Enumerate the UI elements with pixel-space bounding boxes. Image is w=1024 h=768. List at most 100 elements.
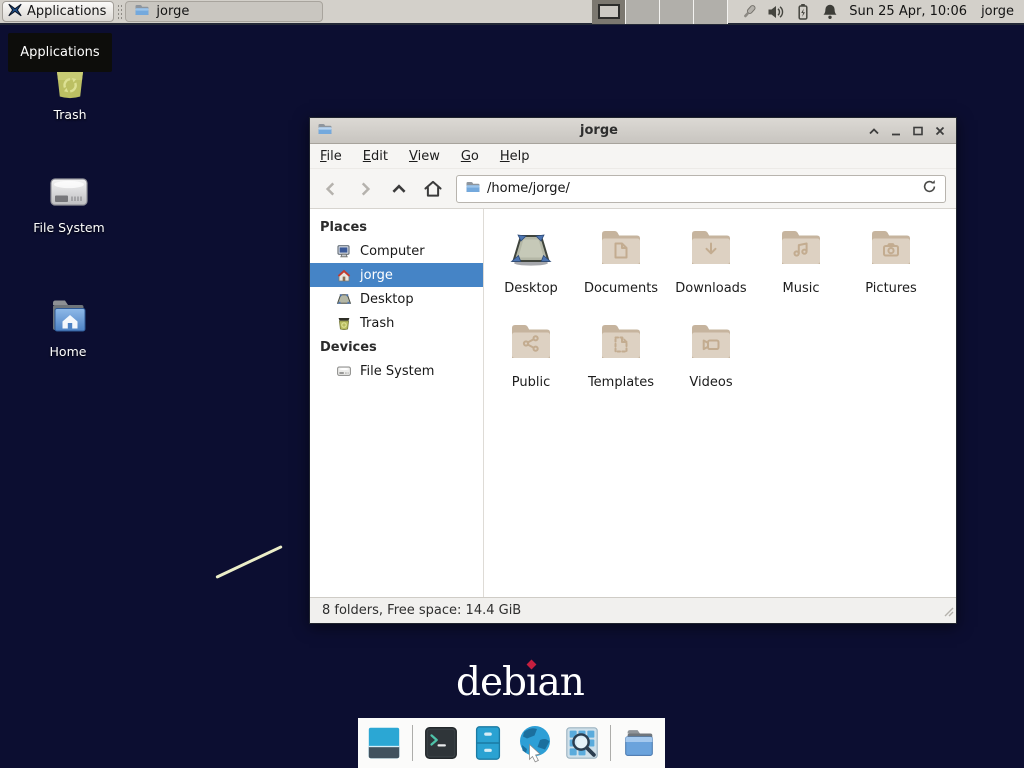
globe-browser-icon: [515, 723, 555, 763]
sidebar-item-label: Computer: [360, 244, 425, 259]
web-browser-launcher[interactable]: [514, 722, 556, 764]
sidebar-item-jorge[interactable]: jorge: [310, 263, 483, 287]
desktop-icon-label: Trash: [53, 107, 86, 122]
home-button[interactable]: [422, 176, 444, 202]
back-button[interactable]: [320, 176, 342, 202]
statusbar: 8 folders, Free space: 14.4 GiB: [310, 597, 956, 623]
sidebar-header-places: Places: [310, 215, 483, 239]
applications-menu-button[interactable]: Applications: [2, 1, 114, 22]
desktop-icon-label: Home: [50, 344, 87, 359]
file-item-videos[interactable]: Videos: [666, 317, 756, 390]
file-manager-window: jorge File Edit View Go Help: [309, 117, 957, 624]
reload-icon[interactable]: [922, 179, 937, 198]
trash-icon: [336, 315, 352, 331]
workspace-2[interactable]: [626, 0, 660, 24]
file-item-templates[interactable]: Templates: [576, 317, 666, 390]
menu-go[interactable]: Go: [461, 149, 479, 164]
file-manager-launcher[interactable]: [467, 722, 509, 764]
sidebar-header-devices: Devices: [310, 335, 483, 359]
statusbar-text: 8 folders, Free space: 14.4 GiB: [322, 603, 521, 618]
file-cabinet-icon: [469, 724, 507, 762]
minimize-button[interactable]: [887, 122, 905, 140]
terminal-icon: [422, 724, 460, 762]
desktop-icon-home[interactable]: Home: [20, 292, 116, 359]
terminal-launcher[interactable]: [420, 722, 462, 764]
tray-tool-icon[interactable]: [740, 3, 758, 21]
file-item-public[interactable]: Public: [486, 317, 576, 390]
path-input[interactable]: [487, 181, 916, 196]
app-finder-launcher[interactable]: [561, 722, 603, 764]
notification-bell-icon[interactable]: [821, 3, 839, 21]
app-finder-icon: [563, 724, 601, 762]
sidebar-item-label: Trash: [360, 316, 394, 331]
desktop-stray-line: [215, 545, 282, 579]
directory-menu-button[interactable]: [618, 722, 660, 764]
show-desktop-button[interactable]: [363, 722, 405, 764]
file-item-music[interactable]: Music: [756, 223, 846, 296]
sidebar-item-filesystem[interactable]: File System: [310, 359, 483, 383]
menu-file[interactable]: File: [320, 149, 342, 164]
applications-tooltip: Applications: [8, 33, 112, 72]
menu-view[interactable]: View: [409, 149, 440, 164]
workspace-switcher: [592, 0, 728, 24]
sidebar-item-label: Desktop: [360, 292, 414, 307]
forward-button[interactable]: [354, 176, 376, 202]
up-button[interactable]: [388, 176, 410, 202]
sidebar-item-trash[interactable]: Trash: [310, 311, 483, 335]
menu-help[interactable]: Help: [500, 149, 530, 164]
maximize-button[interactable]: [909, 122, 927, 140]
harddisk-icon: [45, 168, 93, 216]
downloads-folder-icon: [687, 223, 735, 275]
file-item-label: Pictures: [865, 281, 916, 296]
close-button[interactable]: [931, 122, 949, 140]
file-item-label: Public: [512, 375, 550, 390]
dock-separator: [610, 725, 611, 761]
sidebar-item-computer[interactable]: Computer: [310, 239, 483, 263]
sidebar: Places Computer jorge Desktop: [310, 209, 484, 597]
volume-icon[interactable]: [767, 3, 785, 21]
workspace-1[interactable]: [592, 0, 626, 24]
file-item-label: Music: [783, 281, 820, 296]
panel-clock[interactable]: Sun 25 Apr, 10:06: [849, 4, 967, 19]
taskbar-window-button[interactable]: jorge: [125, 1, 323, 22]
show-desktop-icon: [365, 724, 403, 762]
desktop-icon: [336, 291, 352, 307]
folder-icon: [134, 2, 150, 22]
workspace-4[interactable]: [694, 0, 728, 24]
resize-grip[interactable]: [942, 605, 954, 621]
toolbar: [310, 169, 956, 209]
menu-edit[interactable]: Edit: [363, 149, 388, 164]
system-tray: [740, 3, 839, 21]
taskbar-window-label: jorge: [156, 4, 189, 19]
file-item-downloads[interactable]: Downloads: [666, 223, 756, 296]
dock-separator: [412, 725, 413, 761]
sidebar-item-label: jorge: [360, 268, 393, 283]
pictures-folder-icon: [867, 223, 915, 275]
battery-icon[interactable]: [794, 3, 812, 21]
file-item-label: Videos: [689, 375, 732, 390]
file-item-pictures[interactable]: Pictures: [846, 223, 936, 296]
desktop-icon-filesystem[interactable]: File System: [21, 168, 117, 235]
menubar: File Edit View Go Help: [310, 144, 956, 169]
window-content: Places Computer jorge Desktop: [310, 209, 956, 597]
window-icon: [317, 121, 333, 141]
sidebar-item-desktop[interactable]: Desktop: [310, 287, 483, 311]
videos-folder-icon: [687, 317, 735, 369]
xfce-logo-icon: [7, 2, 23, 22]
file-item-desktop[interactable]: Desktop: [486, 223, 576, 296]
panel-handle: [117, 4, 122, 20]
home-icon: [336, 267, 352, 283]
window-titlebar[interactable]: jorge: [310, 118, 956, 144]
shade-button[interactable]: [865, 122, 883, 140]
path-bar[interactable]: [456, 175, 946, 203]
file-item-label: Templates: [588, 375, 654, 390]
top-panel: Applications jorge Sun 25 Apr, 10:06 jor…: [0, 0, 1024, 25]
panel-username[interactable]: jorge: [981, 4, 1014, 19]
file-item-label: Desktop: [504, 281, 558, 296]
folder-icon: [465, 179, 481, 199]
file-item-documents[interactable]: Documents: [576, 223, 666, 296]
workspace-window-thumbnail: [598, 4, 620, 19]
drive-icon: [336, 363, 352, 379]
window-title: jorge: [333, 123, 865, 138]
workspace-3[interactable]: [660, 0, 694, 24]
